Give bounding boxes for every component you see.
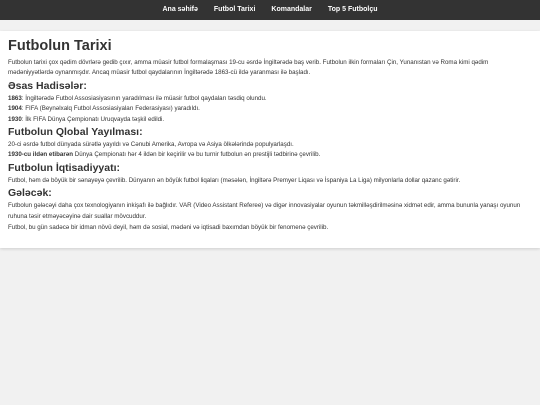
future-paragraph-2: Futbol, bu gün sadəcə bir idman növü dey… <box>8 224 329 232</box>
list-item: 1904: FIFA (Beynəlxalq Futbol Assosiasiy… <box>8 104 532 114</box>
economy-heading: Futbolun İqtisadiyyatı: <box>8 161 120 174</box>
event-text: : İngiltərədə Futbol Assosiasiyasının ya… <box>21 94 267 102</box>
global-spread-heading: Futbolun Qlobal Yayılması: <box>8 126 143 139</box>
global-item-bold: 1930-cu ildən etibarən <box>8 151 73 159</box>
event-text: : İlk FIFA Dünya Çempionatı Uruqvayda tə… <box>21 115 165 123</box>
event-year: 1904 <box>8 105 22 113</box>
list-item: 1930: İlk FIFA Dünya Çempionatı Uruqvayd… <box>8 115 532 125</box>
page-title: Futbolun Tarixi <box>8 38 112 54</box>
nav-link-top5-players[interactable]: Top 5 Futbolçu <box>325 0 381 20</box>
main-content: Futbolun Tarixi Futbolun tarixi çox qədi… <box>0 31 540 248</box>
nav-link-teams[interactable]: Komandalar <box>268 0 314 20</box>
global-item-text: Dünya Çempionatı hər 4 ildən bir keçiril… <box>73 151 321 159</box>
global-spread-list: 20-ci əsrdə futbol dünyada sürətlə yayıl… <box>8 140 532 161</box>
event-text: : FIFA (Beynəlxalq Futbol Assosiasiyalar… <box>21 105 200 113</box>
global-item-text: 20-ci əsrdə futbol dünyada sürətlə yayıl… <box>8 141 294 149</box>
future-paragraph-1: Futbolun gələcəyi daha çox texnologiyanı… <box>8 202 521 220</box>
events-list: 1863: İngiltərədə Futbol Assosiasiyasını… <box>8 94 532 125</box>
event-year: 1863 <box>8 94 22 102</box>
future-heading: Gələcək: <box>8 187 52 200</box>
nav-link-home[interactable]: Ana səhifə <box>160 0 201 20</box>
list-item: 20-ci əsrdə futbol dünyada sürətlə yayıl… <box>8 140 532 150</box>
economy-paragraph: Futbol, həm də böyük bir sənayeyə çevril… <box>8 176 461 184</box>
events-heading: Əsas Hadisələr: <box>8 79 87 92</box>
event-year: 1930 <box>8 115 22 123</box>
list-item: 1863: İngiltərədə Futbol Assosiasiyasını… <box>8 94 532 104</box>
top-navigation: Ana səhifə Futbol Tarixi Komandalar Top … <box>0 0 540 20</box>
intro-paragraph: Futbolun tarixi çox qədim dövrlərə gedib… <box>8 59 489 77</box>
list-item: 1930-cu ildən etibarən Dünya Çempionatı … <box>8 150 532 160</box>
nav-link-football-history[interactable]: Futbol Tarixi <box>211 0 258 20</box>
